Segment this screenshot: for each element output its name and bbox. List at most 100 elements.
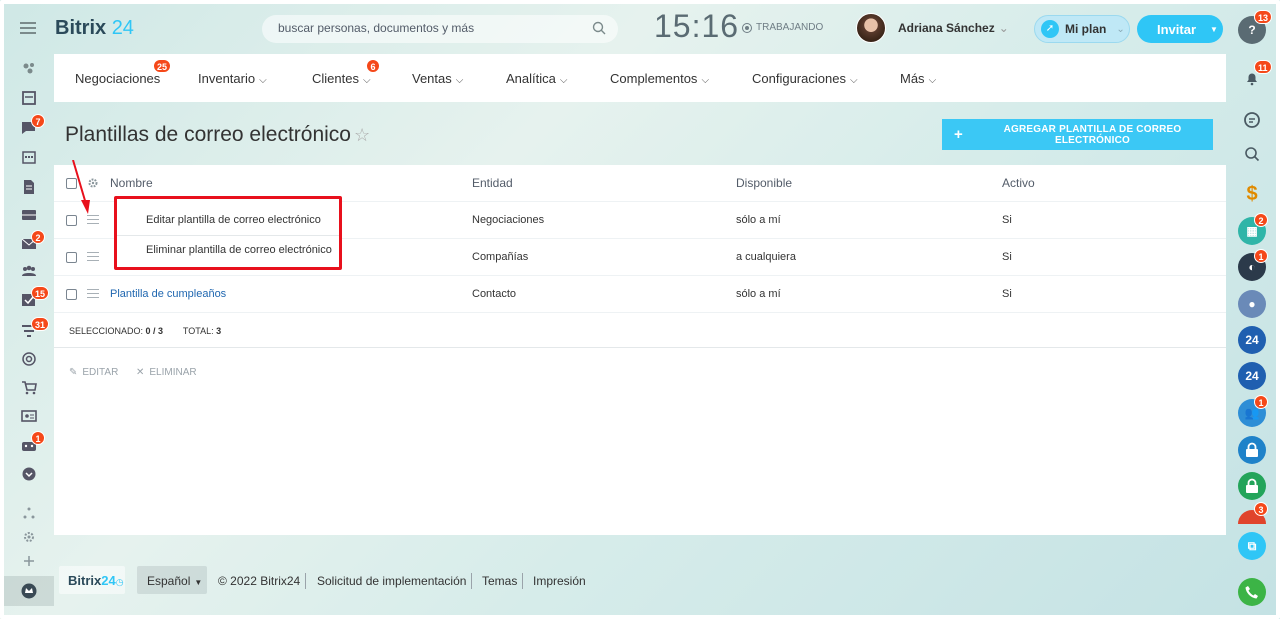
bitrix24-support-icon[interactable]: 24 [1238, 362, 1266, 390]
tasks-icon[interactable]: 15 [21, 286, 50, 307]
column-header-available[interactable]: Disponible [736, 176, 792, 190]
bell-icon[interactable]: 11 [1238, 60, 1272, 92]
footer-logo[interactable]: Bitrix24◷ [59, 566, 125, 594]
pencil-icon: ✎ [69, 367, 78, 378]
drive-icon[interactable] [21, 208, 37, 222]
table-row[interactable]: Plantilla de cumpleaños Contacto sólo a … [54, 276, 1226, 313]
row-menu-icon[interactable] [87, 289, 99, 298]
implementation-link[interactable]: Solicitud de implementación [317, 574, 466, 588]
more-chats-icon[interactable]: 3 [1238, 502, 1268, 524]
robot-icon[interactable]: 1 [21, 431, 45, 452]
calendar-chat-icon[interactable]: ▦ 2 [1238, 213, 1268, 245]
column-header-active[interactable]: Activo [1002, 176, 1035, 190]
nav-analitica[interactable]: Analítica ⌵ [506, 71, 567, 86]
search-icon[interactable] [592, 21, 606, 35]
nav-configuraciones[interactable]: Configuraciones ⌵ [752, 71, 858, 86]
sitemap-icon[interactable] [21, 506, 37, 520]
nav-clientes[interactable]: Clientes ⌵ 6 [312, 59, 380, 86]
row-active: Si [1002, 288, 1012, 300]
star-icon[interactable]: ☆ [354, 125, 370, 146]
edit-action-button[interactable]: ✎ EDITAR [69, 367, 118, 378]
footer-divider [305, 573, 306, 589]
chevron-down-icon: ⌵ [455, 75, 464, 86]
mail-icon[interactable]: 2 [21, 230, 45, 251]
work-status[interactable]: TRABAJANDO [742, 22, 823, 33]
my-plan-button[interactable]: ➚ Mi plan ⌄ [1034, 15, 1130, 43]
documents-icon[interactable] [21, 180, 37, 194]
delete-action-button[interactable]: ✕ ELIMINAR [136, 367, 197, 378]
column-header-name[interactable]: Nombre [110, 176, 153, 190]
mail-badge: 2 [31, 230, 45, 244]
nav-mas[interactable]: Más ⌵ [900, 71, 936, 86]
search-input[interactable] [278, 21, 578, 35]
upgrade-crown-button[interactable] [4, 576, 54, 606]
annotation-arrow-icon [72, 160, 90, 214]
menu-item-delete-template[interactable]: Eliminar plantilla de correo electrónico [146, 244, 332, 256]
calendar-list-icon[interactable] [21, 91, 37, 105]
copyright-text: © 2022 Bitrix24 [218, 574, 301, 588]
row-checkbox[interactable] [66, 215, 77, 226]
logo-number: 24 [111, 17, 134, 39]
screen-share-icon[interactable]: ⧉ [1238, 532, 1266, 560]
lock-green-icon[interactable] [1238, 472, 1266, 500]
lock-icon[interactable] [1238, 436, 1266, 464]
nav-label: Configuraciones [752, 71, 846, 86]
total-value: 3 [216, 326, 222, 336]
group-chat-avatar[interactable]: ◐ 1 [1238, 249, 1268, 281]
print-link[interactable]: Impresión [533, 574, 586, 588]
nav-label: Analítica [506, 71, 556, 86]
themes-link[interactable]: Temas [482, 574, 517, 588]
nav-inventario[interactable]: Inventario ⌵ [198, 71, 267, 86]
add-email-template-button[interactable]: + AGREGAR PLANTILLA DE CORREO ELECTRÓNICO [942, 119, 1213, 150]
tasks-badge: 15 [31, 286, 50, 300]
status-dot-icon [742, 22, 752, 33]
user-avatar[interactable] [856, 13, 886, 43]
search-box[interactable] [262, 15, 618, 43]
crm-navbar: Negociaciones 25 Inventario ⌵ Clientes ⌵ 6 V… [54, 54, 1226, 102]
nav-label: Inventario [198, 71, 256, 86]
crm-badge: 31 [31, 317, 50, 331]
search-icon[interactable] [1238, 140, 1266, 168]
nav-ventas[interactable]: Ventas ⌵ [412, 71, 463, 86]
row-name[interactable]: Plantilla de cumpleaños [110, 288, 226, 300]
page-title: Plantillas de correo electrónico [65, 123, 351, 146]
dollar-icon[interactable]: $ [1238, 180, 1266, 208]
phone-icon[interactable] [1238, 578, 1266, 606]
bitrix-logo[interactable]: Bitrix 24 [55, 17, 134, 40]
add-plus-icon[interactable] [21, 554, 37, 568]
users-icon[interactable]: 👥 1 [1238, 395, 1268, 427]
contact-center-icon[interactable] [21, 409, 37, 423]
row-checkbox[interactable] [66, 289, 77, 300]
menu-icon[interactable] [20, 22, 36, 34]
settings-gear-icon[interactable] [21, 530, 37, 544]
crm-filter-icon[interactable]: 31 [21, 317, 50, 338]
row-checkbox[interactable] [66, 252, 77, 263]
row-menu-icon[interactable] [87, 252, 99, 261]
column-header-entity[interactable]: Entidad [472, 176, 513, 190]
user-menu[interactable]: Adriana Sánchez ⌄ [898, 21, 1009, 35]
chat-icon[interactable]: 7 [21, 114, 45, 135]
row-active: Si [1002, 251, 1012, 263]
target-icon[interactable] [21, 352, 37, 366]
rocket-icon: ➚ [1041, 20, 1059, 38]
cart-icon[interactable] [21, 381, 37, 395]
row-available: sólo a mí [736, 214, 781, 226]
menu-item-edit-template[interactable]: Editar plantilla de correo electrónico [146, 214, 321, 226]
grid-summary: SELECCIONADO: 0 / 3 TOTAL: 3 [69, 326, 221, 336]
row-menu-icon[interactable] [87, 215, 99, 224]
nav-complementos[interactable]: Complementos ⌵ [610, 71, 709, 86]
messenger-icon[interactable] [1238, 106, 1266, 134]
feed-icon[interactable] [21, 61, 37, 75]
nav-negociaciones[interactable]: Negociaciones 25 [75, 59, 172, 86]
invite-label: Invitar [1157, 21, 1197, 37]
bitrix24-chat-icon[interactable]: 24 [1238, 326, 1266, 354]
invite-button[interactable]: Invitar ▼ [1137, 15, 1223, 43]
language-selector[interactable]: Español ▼ [137, 566, 207, 594]
caret-down-icon: ▼ [194, 578, 203, 587]
contact-avatar[interactable]: ● [1238, 290, 1266, 318]
more-down-icon[interactable] [21, 467, 37, 481]
groups-icon[interactable] [21, 264, 37, 278]
help-icon[interactable]: ? 13 [1238, 10, 1273, 44]
calendar-icon[interactable] [21, 150, 37, 164]
clock[interactable]: 15:16 [654, 8, 739, 45]
